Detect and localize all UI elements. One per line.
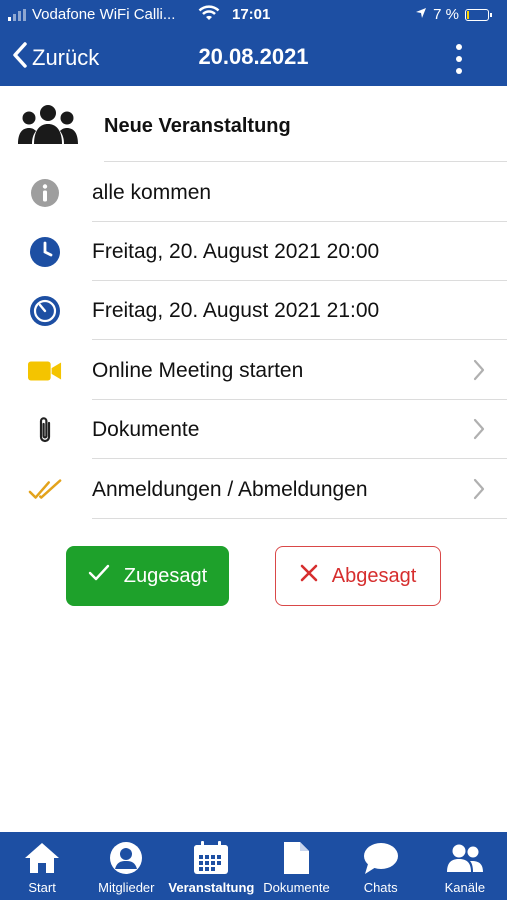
tab-chats[interactable]: Chats bbox=[339, 832, 423, 900]
event-description: alle kommen bbox=[92, 181, 212, 204]
tab-label: Chats bbox=[363, 880, 398, 895]
tab-label: Dokumente bbox=[263, 880, 330, 895]
status-right: 7 % bbox=[415, 6, 492, 23]
online-meeting-label: Online Meeting starten bbox=[92, 359, 304, 382]
event-end-time: Freitag, 20. August 2021 21:00 bbox=[92, 299, 380, 322]
navigation-bar: Zurück 20.08.2021 bbox=[0, 30, 507, 86]
decline-label: Abgesagt bbox=[331, 564, 417, 587]
divider bbox=[92, 458, 507, 459]
more-dot bbox=[456, 56, 462, 62]
double-check-icon bbox=[28, 474, 62, 506]
online-meeting-row[interactable]: Online Meeting starten bbox=[0, 341, 507, 400]
paperclip-icon bbox=[28, 414, 62, 446]
location-arrow-icon bbox=[415, 6, 427, 23]
tab-dokumente[interactable]: Dokumente bbox=[254, 832, 338, 900]
chevron-right-icon bbox=[473, 418, 485, 445]
group-icon bbox=[445, 840, 485, 876]
tab-start[interactable]: Start bbox=[0, 832, 84, 900]
battery-percent: 7 % bbox=[433, 6, 459, 23]
carrier-name: Vodafone WiFi Calli... bbox=[32, 6, 176, 23]
status-time: 17:01 bbox=[232, 6, 271, 23]
event-header: Neue Veranstaltung bbox=[0, 88, 507, 162]
event-start-time: Freitag, 20. August 2021 20:00 bbox=[92, 240, 380, 263]
tab-label: Mitglieder bbox=[98, 880, 155, 895]
calendar-icon bbox=[193, 840, 229, 876]
accept-button[interactable]: Zugesagt bbox=[66, 546, 229, 606]
decline-button[interactable]: Abgesagt bbox=[275, 546, 441, 606]
checkmark-icon bbox=[88, 564, 110, 588]
accept-label: Zugesagt bbox=[123, 564, 208, 587]
info-icon bbox=[28, 177, 62, 209]
tab-mitglieder[interactable]: Mitglieder bbox=[84, 832, 168, 900]
registrations-label: Anmeldungen / Abmeldungen bbox=[92, 478, 368, 501]
close-icon bbox=[300, 564, 318, 588]
more-options-button[interactable] bbox=[449, 42, 469, 76]
tab-label: Veranstaltung bbox=[168, 880, 255, 895]
chat-icon bbox=[362, 840, 400, 876]
tab-label: Kanäle bbox=[444, 880, 486, 895]
clock-icon bbox=[28, 236, 62, 268]
documents-row[interactable]: Dokumente bbox=[0, 400, 507, 459]
divider bbox=[92, 339, 507, 340]
group-icon bbox=[18, 104, 78, 151]
tab-kanaele[interactable]: Kanäle bbox=[423, 832, 507, 900]
tab-bar: Start Mitglieder Veranstaltung Dokumente… bbox=[0, 832, 507, 900]
divider bbox=[92, 518, 507, 519]
chevron-right-icon bbox=[473, 359, 485, 386]
home-icon bbox=[23, 840, 61, 876]
person-icon bbox=[109, 840, 143, 876]
more-dot bbox=[456, 44, 462, 50]
battery-icon bbox=[465, 8, 492, 21]
tab-veranstaltung[interactable]: Veranstaltung bbox=[168, 832, 254, 900]
signal-icon bbox=[8, 8, 26, 21]
event-end-row: Freitag, 20. August 2021 21:00 bbox=[0, 281, 507, 340]
event-title: Neue Veranstaltung bbox=[104, 115, 291, 137]
divider bbox=[104, 161, 507, 162]
chevron-right-icon bbox=[473, 478, 485, 505]
documents-label: Dokumente bbox=[92, 418, 200, 441]
wifi-icon bbox=[198, 4, 220, 26]
status-left: Vodafone WiFi Calli... bbox=[8, 6, 175, 23]
timer-icon bbox=[28, 295, 62, 327]
back-label: Zurück bbox=[32, 45, 100, 70]
tab-label: Start bbox=[28, 880, 56, 895]
back-button[interactable]: Zurück bbox=[12, 42, 99, 74]
chevron-left-icon bbox=[12, 42, 28, 74]
video-camera-icon bbox=[28, 355, 62, 387]
registrations-row[interactable]: Anmeldungen / Abmeldungen bbox=[0, 460, 507, 519]
event-start-row: Freitag, 20. August 2021 20:00 bbox=[0, 222, 507, 281]
status-bar: Vodafone WiFi Calli... 17:01 7 % bbox=[0, 0, 507, 30]
document-icon bbox=[282, 840, 310, 876]
event-description-row: alle kommen bbox=[0, 163, 507, 222]
more-dot bbox=[456, 68, 462, 74]
